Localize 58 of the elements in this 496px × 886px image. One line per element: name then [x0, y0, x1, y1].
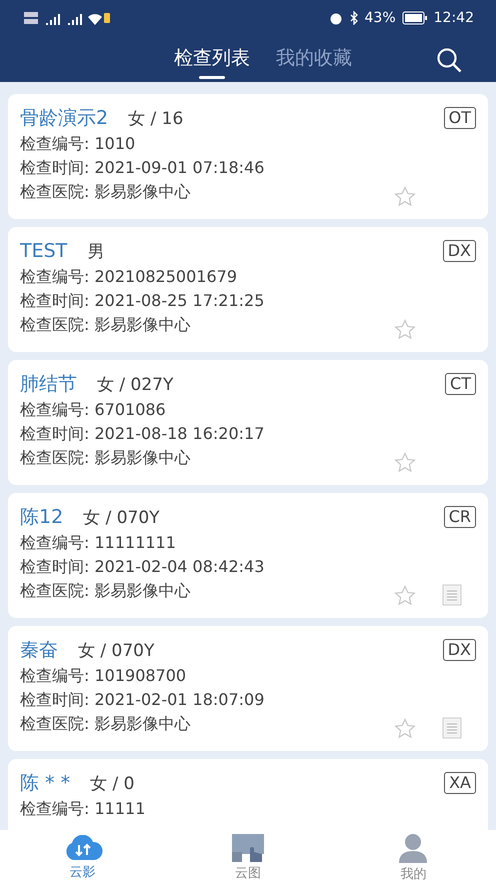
exam-detail: 检查时间: 2021-02-01 18:07:09	[20, 689, 264, 711]
nav-tab[interactable]: 我的	[330, 830, 496, 886]
person-icon	[397, 833, 430, 863]
patient-info: 女 / 070Y	[83, 506, 160, 528]
exam-card[interactable]: TEST 男 DX 检查编号: 20210825001679 检查时间: 2021-08-25 17:21:25 检查医院: 影易影像中心	[8, 227, 488, 352]
star-icon[interactable]	[394, 718, 416, 738]
patient-name: 骨龄演示2	[20, 106, 108, 131]
modality-tag: CR	[444, 506, 476, 528]
exam-card[interactable]: 陈 * * 女 / 0 XA 检查编号: 11111	[8, 759, 488, 830]
signal-icon	[24, 10, 110, 26]
exam-detail: 检查时间: 2021-08-25 17:21:25	[20, 290, 264, 312]
exam-card[interactable]: 陈12 女 / 070Y CR 检查编号: 11111111 检查时间: 2021-02-04 08:42:43 检查医院: 影易影像中心	[8, 493, 488, 618]
patient-info: 女 / 027Y	[97, 374, 174, 396]
patient-name: TEST	[20, 240, 68, 262]
exam-detail: 检查时间: 2021-02-04 08:42:43	[20, 556, 264, 578]
modality-tag: OT	[444, 107, 476, 129]
exam-detail: 检查编号: 101908700	[20, 665, 186, 687]
patient-info: 女 / 16	[128, 108, 184, 130]
header-tab[interactable]: 我的收藏	[276, 38, 352, 80]
modality-tag: XA	[444, 772, 476, 794]
header-tab[interactable]: 检查列表	[174, 38, 250, 80]
exam-detail: 检查编号: 11111111	[20, 532, 176, 554]
modality-tag: DX	[442, 240, 476, 262]
document-icon[interactable]	[442, 717, 462, 739]
exam-detail: 检查时间: 2021-09-01 07:18:46	[20, 157, 264, 179]
exam-detail: 检查编号: 11111	[20, 798, 146, 820]
star-icon[interactable]	[394, 186, 416, 207]
patient-name: 陈12	[20, 505, 64, 530]
exam-detail: 检查时间: 2021-08-18 16:20:17	[20, 423, 264, 445]
exam-detail: 检查编号: 1010	[20, 133, 136, 155]
exam-detail: 检查医院: 影易影像中心	[20, 447, 190, 469]
exam-detail: 检查医院: 影易影像中心	[20, 580, 190, 602]
exam-card[interactable]: 骨龄演示2 女 / 16 OT 检查编号: 1010 检查时间: 2021-09-01 07:18:46 检查医院: 影易影像中心	[8, 94, 488, 219]
exam-detail: 检查医院: 影易影像中心	[20, 181, 190, 203]
clock-time: 12:42	[434, 10, 474, 26]
modality-tag: DX	[442, 639, 476, 661]
exam-detail: 检查医院: 影易影像中心	[20, 314, 190, 336]
patient-name: 秦奋	[20, 638, 58, 663]
exam-detail: 检查编号: 20210825001679	[20, 266, 237, 288]
exam-card[interactable]: 秦奋 女 / 070Y DX 检查编号: 101908700 检查时间: 2021-02-01 18:07:09 检查医院: 影易影像中心	[8, 626, 488, 751]
star-icon[interactable]	[394, 452, 416, 473]
bluetooth-icon	[348, 11, 359, 25]
nav-tab[interactable]: 云影	[0, 830, 166, 886]
battery-icon	[402, 11, 428, 25]
exam-card[interactable]: 肺结节 女 / 027Y CT 检查编号: 6701086 检查时间: 2021-08-18 16:20:17 检查医院: 影易影像中心	[8, 360, 488, 485]
patient-name: 肺结节	[20, 372, 77, 397]
patient-name: 陈 * *	[20, 771, 70, 796]
star-icon[interactable]	[394, 584, 416, 606]
document-icon[interactable]	[442, 584, 462, 606]
modality-tag: CT	[445, 373, 476, 395]
exam-detail: 检查编号: 6701086	[20, 399, 166, 421]
patient-info: 女 / 070Y	[78, 640, 154, 662]
battery-percent: 43%	[364, 10, 396, 26]
star-icon[interactable]	[394, 319, 416, 340]
patient-info: 女 / 0	[90, 772, 134, 794]
exam-detail: 检查医院: 影易影像中心	[20, 713, 190, 735]
patient-info: 男	[87, 240, 104, 262]
nav-tab[interactable]: 云图	[165, 830, 331, 886]
